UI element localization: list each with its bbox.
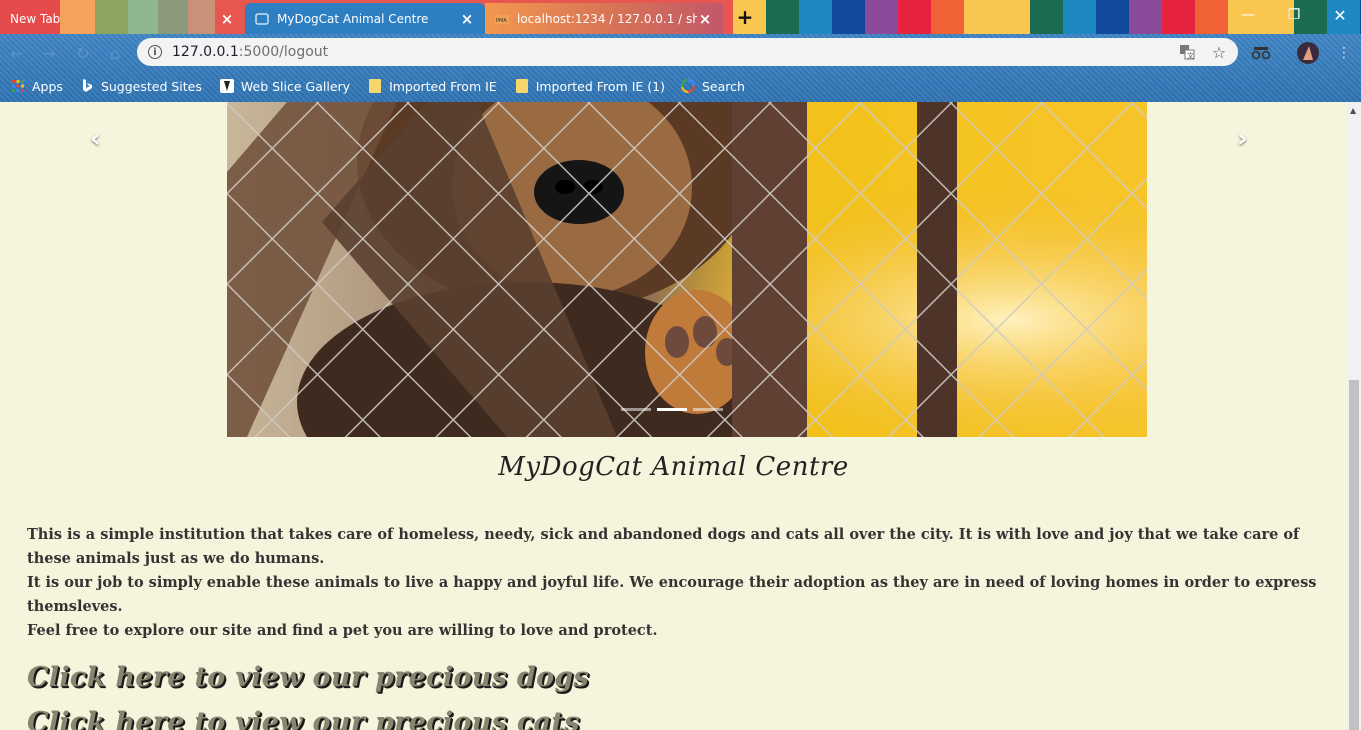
tab-mydogcat[interactable]: MyDogCat Animal Centre × (245, 3, 485, 34)
intro-paragraph: Feel free to explore our site and find a… (27, 622, 658, 639)
tab-phpmyadmin[interactable]: PMA localhost:1234 / 127.0.0.1 / sheila … (485, 3, 723, 34)
tab-new-tab[interactable]: New Tab × (0, 3, 245, 34)
menu-kebab-icon[interactable]: ⋮ (1333, 42, 1355, 64)
intro-paragraph: It is our job to simply enable these ani… (27, 574, 1317, 615)
apps-grid-icon (11, 79, 25, 93)
close-window-button[interactable]: ✕ (1317, 0, 1361, 30)
carousel-slide-image (227, 102, 1147, 437)
folder-icon (368, 79, 382, 93)
home-icon: ⌂ (109, 43, 121, 63)
puppy-behind-fence-image (227, 102, 1147, 437)
browser-title-bar: New Tab × MyDogCat Animal Centre × PMA l… (0, 0, 1361, 34)
svg-text:文: 文 (1187, 51, 1194, 60)
minimize-button[interactable]: — (1225, 0, 1271, 30)
profile-avatar[interactable] (1297, 42, 1319, 64)
url-host: 127.0.0.1 (172, 44, 239, 60)
browser-toolbar: ← → ↻ ⌂ i 127.0.0.1:5000/logout 文 ☆ ⋮ Ap… (0, 34, 1361, 102)
carousel-indicator[interactable] (621, 408, 651, 411)
bookmark-label: Imported From IE (389, 78, 497, 94)
carousel-prev-button[interactable]: ‹ (90, 124, 101, 154)
view-cats-link[interactable]: Click here to view our precious cats (27, 707, 580, 730)
phpmyadmin-icon: PMA (495, 12, 509, 26)
reload-icon: ↻ (76, 43, 90, 63)
site-info-icon[interactable]: i (148, 45, 162, 59)
tab-close-icon[interactable]: × (697, 10, 713, 28)
new-tab-button[interactable]: + (733, 5, 757, 29)
bookmark-label: Apps (32, 78, 63, 94)
tab-label: localhost:1234 / 127.0.0.1 / sheila (517, 11, 697, 26)
bookmark-imported-from-ie-1[interactable]: Imported From IE (1) (515, 79, 665, 94)
vertical-scrollbar[interactable]: ▲ (1347, 102, 1361, 730)
bookmark-web-slice-gallery[interactable]: Web Slice Gallery (219, 78, 351, 94)
page-viewport: ‹ › MyDogCat Animal Centre This is a sim… (0, 102, 1347, 730)
arrow-right-icon: → (42, 43, 56, 63)
view-dogs-link[interactable]: Click here to view our precious dogs (27, 662, 589, 693)
restore-button[interactable]: ❐ (1271, 0, 1317, 30)
bing-icon (80, 79, 94, 93)
home-button[interactable]: ⌂ (102, 42, 128, 64)
tab-close-icon[interactable]: × (219, 10, 235, 28)
page-favicon-icon (255, 12, 269, 26)
carousel-next-button[interactable]: › (1237, 124, 1248, 154)
intro-paragraph: This is a simple institution that takes … (27, 526, 1300, 567)
forward-button[interactable]: → (36, 42, 62, 64)
translate-icon[interactable]: 文 (1178, 44, 1196, 60)
bookmark-label: Web Slice Gallery (240, 78, 351, 94)
scrollbar-thumb[interactable] (1349, 380, 1359, 730)
bookmark-apps[interactable]: Apps (11, 79, 63, 94)
url-path: :5000/logout (238, 44, 329, 60)
bookmark-label: Imported From IE (1) (535, 78, 665, 94)
arrow-left-icon: ← (10, 43, 24, 63)
bookmark-label: Search (701, 78, 745, 94)
scroll-up-icon[interactable]: ▲ (1350, 106, 1356, 115)
incognito-extension-icon[interactable] (1250, 42, 1272, 64)
back-button[interactable]: ← (4, 42, 30, 64)
bookmark-star-icon[interactable]: ☆ (1210, 43, 1228, 62)
intro-text: This is a simple institution that takes … (27, 523, 1342, 643)
reload-button[interactable]: ↻ (70, 42, 96, 64)
address-url[interactable]: 127.0.0.1:5000/logout (172, 44, 328, 60)
google-icon (680, 79, 695, 93)
tab-label: MyDogCat Animal Centre (277, 11, 429, 26)
bookmark-imported-from-ie[interactable]: Imported From IE (368, 79, 497, 94)
tab-label: New Tab (10, 11, 61, 26)
bookmark-label: Suggested Sites (100, 78, 202, 94)
page-title: MyDogCat Animal Centre (498, 452, 849, 482)
folder-icon (515, 79, 529, 93)
web-slice-icon (219, 79, 234, 93)
address-bar[interactable]: i 127.0.0.1:5000/logout 文 ☆ (137, 38, 1238, 66)
carousel-indicator-active[interactable] (657, 408, 687, 411)
bookmark-search[interactable]: Search (680, 78, 745, 94)
svg-text:PMA: PMA (496, 18, 507, 24)
bookmarks-bar: Apps Suggested Sites Web Slice Gallery I… (0, 74, 745, 98)
carousel-indicators (621, 408, 729, 411)
bookmark-suggested-sites[interactable]: Suggested Sites (80, 79, 202, 94)
tab-close-icon[interactable]: × (459, 10, 475, 28)
carousel-indicator[interactable] (693, 408, 723, 411)
